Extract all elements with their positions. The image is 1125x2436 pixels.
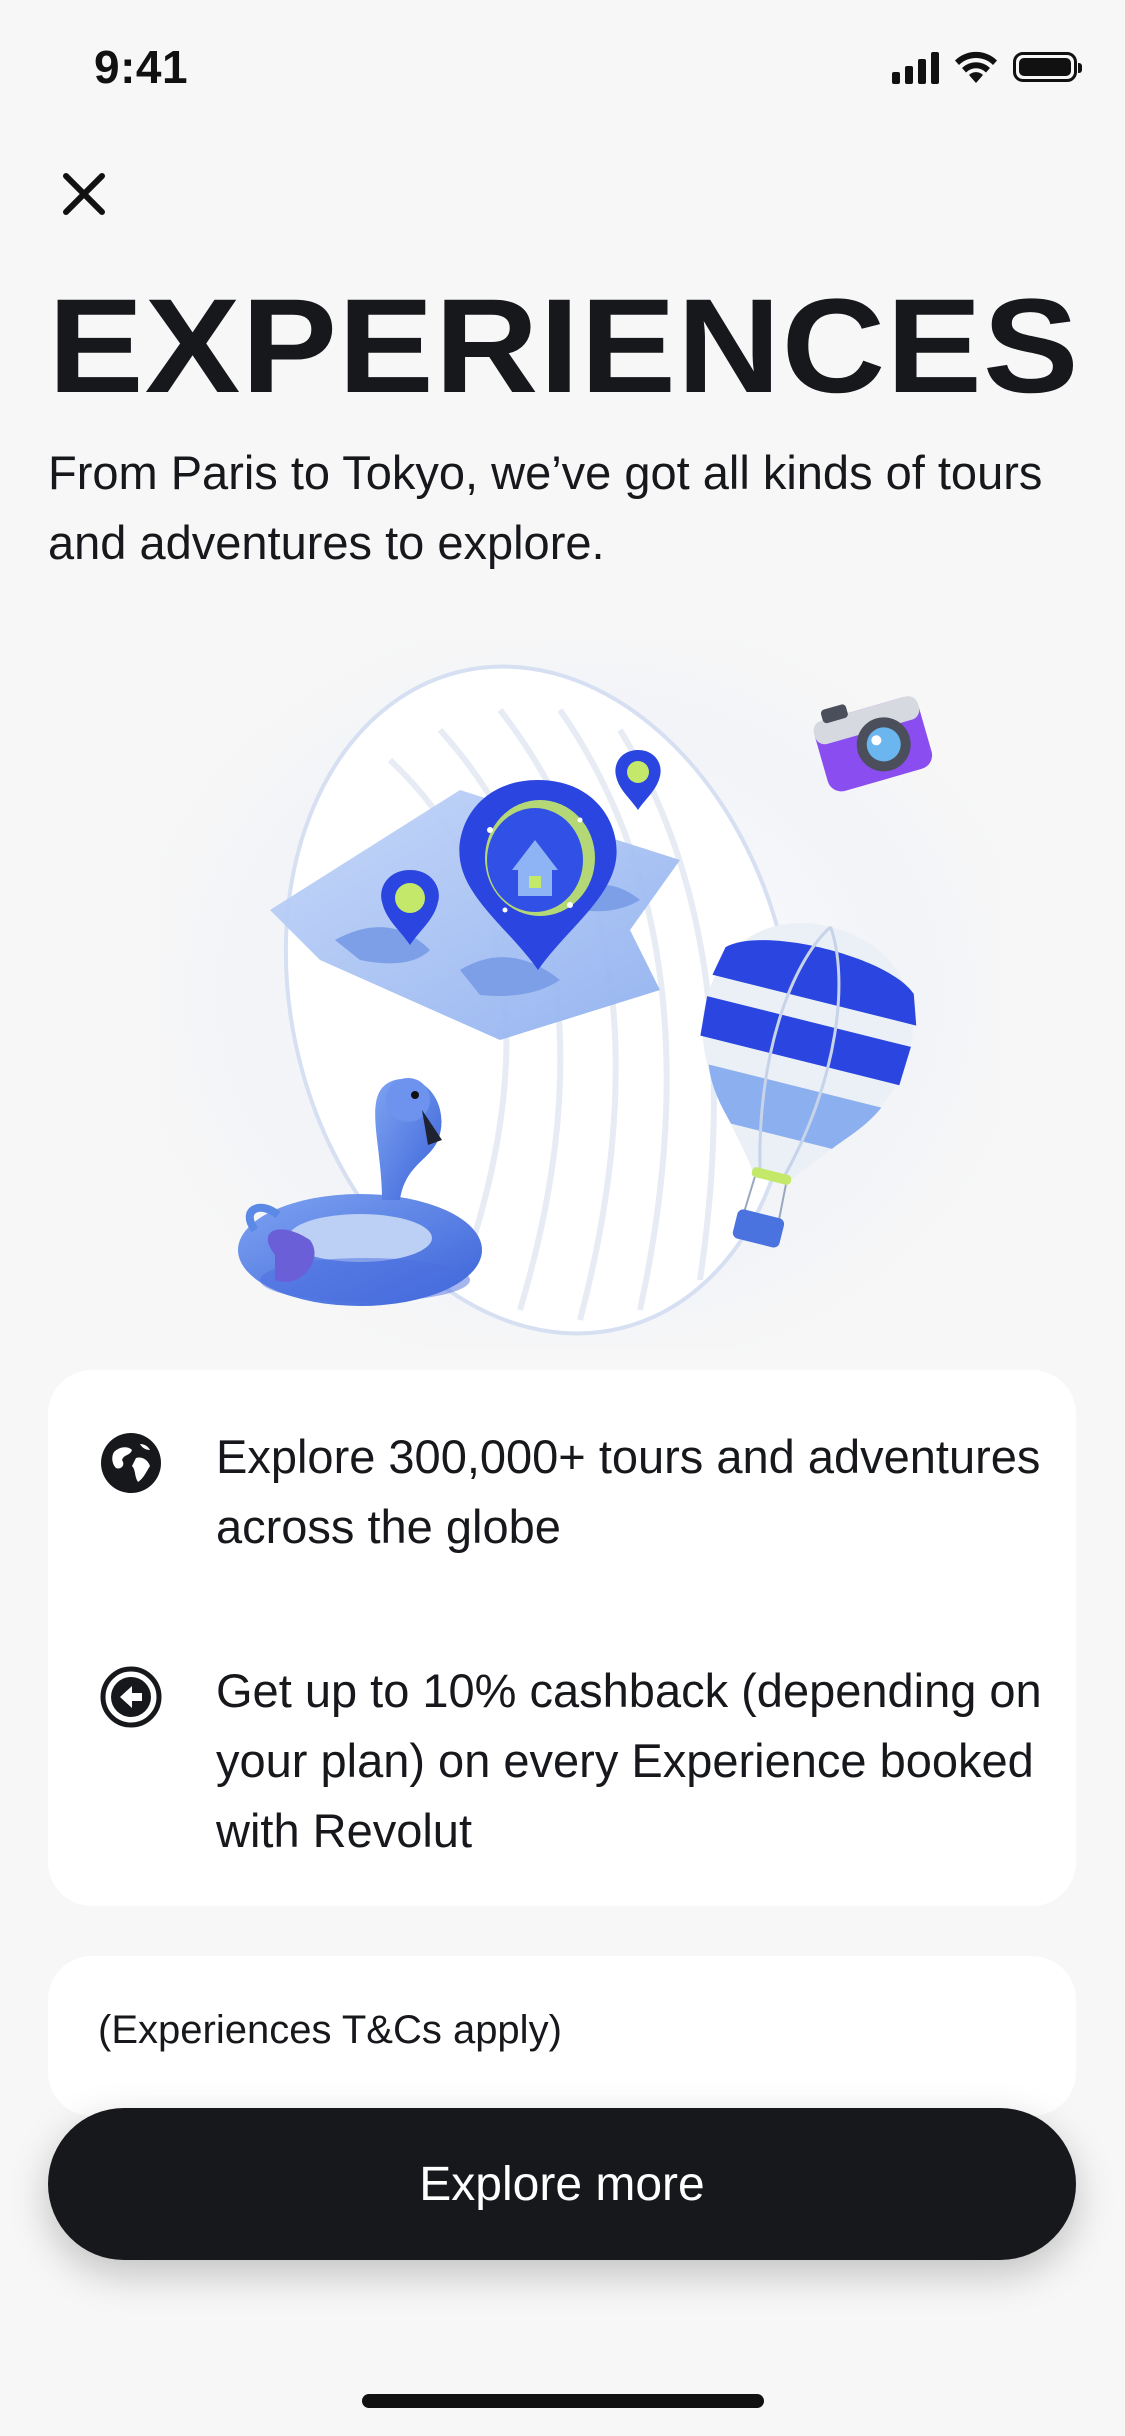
- cellular-signal-icon: [892, 50, 939, 84]
- terms-card[interactable]: (Experiences T&Cs apply): [48, 1956, 1076, 2116]
- status-time: 9:41: [94, 41, 189, 93]
- explore-more-button[interactable]: Explore more: [48, 2108, 1076, 2260]
- feature-text: Explore 300,000+ tours and adventures ac…: [216, 1430, 1041, 1553]
- features-card: Explore 300,000+ tours and adventures ac…: [48, 1370, 1076, 1906]
- terms-text[interactable]: (Experiences T&Cs apply): [98, 2008, 562, 2053]
- page-title: EXPERIENCES: [48, 272, 1080, 421]
- close-icon: [63, 173, 105, 215]
- feature-text: Get up to 10% cashback (depending on you…: [216, 1664, 1042, 1857]
- cashback-icon: [100, 1666, 162, 1728]
- status-icons: [892, 50, 1082, 84]
- status-bar: 9:41: [0, 0, 1125, 132]
- page-subtitle: From Paris to Tokyo, we’ve got all kinds…: [48, 446, 1043, 569]
- home-indicator[interactable]: [362, 2394, 764, 2408]
- battery-icon: [1013, 52, 1082, 82]
- globe-icon: [101, 1433, 161, 1493]
- wifi-icon: [955, 51, 997, 83]
- experiences-illustration: [160, 640, 1000, 1350]
- close-button[interactable]: [52, 162, 116, 226]
